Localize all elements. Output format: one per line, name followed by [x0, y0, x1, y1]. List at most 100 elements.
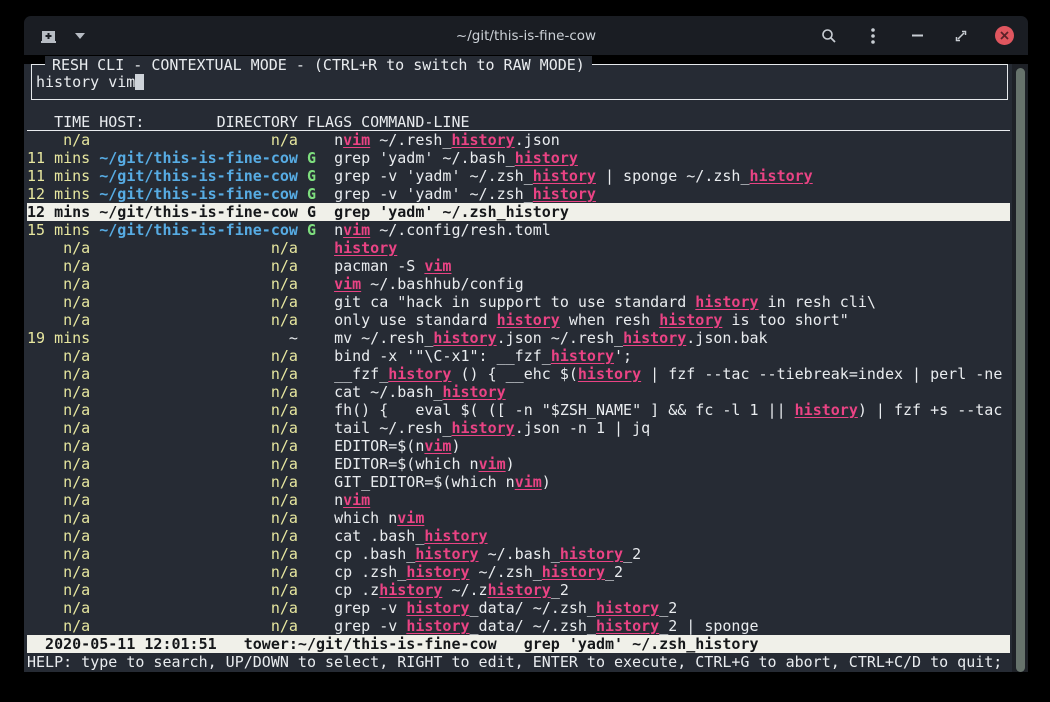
command-text: mv ~/.resh_: [334, 329, 433, 347]
tab-dropdown-button[interactable]: [70, 26, 90, 46]
history-row-selected[interactable]: 12 mins ~/git/this-is-fine-cow G grep 'y…: [27, 203, 1010, 221]
command-text: in resh cli\: [759, 293, 876, 311]
row-flags: [307, 131, 316, 149]
history-row[interactable]: n/a n/a vim ~/.bashhub/config: [27, 275, 1010, 293]
history-row[interactable]: 11 mins ~/git/this-is-fine-cow G grep 'y…: [27, 149, 1010, 167]
command-text: when resh: [560, 311, 659, 329]
scrollbar-track[interactable]: [1012, 64, 1028, 672]
history-row[interactable]: n/a n/a grep -v history_data/ ~/.zsh_his…: [27, 617, 1010, 635]
command-text: .json.bak: [686, 329, 767, 347]
history-row[interactable]: n/a n/a cat ~/.bash_history: [27, 383, 1010, 401]
row-command: git ca "hack in support to use standard …: [334, 293, 876, 311]
match-text: history: [560, 545, 623, 563]
row-time: n/a: [27, 383, 90, 401]
row-flags: G: [307, 149, 316, 167]
history-row[interactable]: n/a n/a which nvim: [27, 509, 1010, 527]
row-directory: n/a: [99, 509, 298, 527]
new-tab-button[interactable]: [38, 26, 58, 46]
match-text: vim: [515, 473, 542, 491]
history-row[interactable]: 19 mins ~ mv ~/.resh_history.json ~/.res…: [27, 329, 1010, 347]
titlebar: ~/git/this-is-fine-cow: [24, 16, 1028, 55]
match-text: history: [596, 599, 659, 617]
command-text: .json -n 1 | jq: [515, 419, 650, 437]
close-button[interactable]: [995, 26, 1014, 45]
row-command: cat .bash_history: [334, 527, 488, 545]
row-command: __fzf_history () { __ehc $(history | fzf…: [334, 365, 1002, 383]
row-directory: ~/git/this-is-fine-cow: [99, 149, 298, 167]
row-time: 12 mins: [27, 203, 90, 221]
row-directory: n/a: [99, 383, 298, 401]
row-command: vim ~/.bashhub/config: [334, 275, 524, 293]
row-time: 12 mins: [27, 185, 90, 203]
command-text: _2: [551, 581, 569, 599]
match-text: history: [659, 311, 722, 329]
command-text: | fzf --tac --tiebreak=index | perl -ne: [641, 365, 1002, 383]
history-row[interactable]: 11 mins ~/git/this-is-fine-cow G grep -v…: [27, 167, 1010, 185]
row-flags: [307, 239, 316, 257]
match-text: vim: [343, 221, 370, 239]
command-text: ~/.bash_: [479, 545, 560, 563]
history-row[interactable]: n/a n/a nvim ~/.resh_history.json: [27, 131, 1010, 149]
row-directory: ~/git/this-is-fine-cow: [99, 203, 298, 221]
minimize-button[interactable]: [907, 26, 927, 46]
command-text: .json ~/.resh_: [497, 329, 623, 347]
command-text: bind -x '"\C-x1": __fzf_: [334, 347, 551, 365]
row-flags: [307, 311, 316, 329]
row-command: only use standard history when resh hist…: [334, 311, 849, 329]
match-text: history: [451, 131, 514, 149]
menu-button[interactable]: [863, 26, 883, 46]
search-button[interactable]: [819, 26, 839, 46]
history-row[interactable]: n/a n/a EDITOR=$(which nvim): [27, 455, 1010, 473]
match-text: history: [379, 581, 442, 599]
row-command: nvim: [334, 491, 370, 509]
history-row[interactable]: n/a n/a grep -v history_data/ ~/.zsh_his…: [27, 599, 1010, 617]
command-text: EDITOR=$(which n: [334, 455, 479, 473]
command-text: ~/.resh_: [370, 131, 451, 149]
command-text: grep -v: [334, 599, 406, 617]
row-directory: n/a: [99, 473, 298, 491]
row-time: n/a: [27, 581, 90, 599]
command-text: n: [334, 221, 343, 239]
history-row[interactable]: 15 mins ~/git/this-is-fine-cow G nvim ~/…: [27, 221, 1010, 239]
history-row[interactable]: n/a n/a git ca "hack in support to use s…: [27, 293, 1010, 311]
row-directory: n/a: [99, 365, 298, 383]
history-row[interactable]: n/a n/a cp .zhistory ~/.zhistory_2: [27, 581, 1010, 599]
row-directory: ~/git/this-is-fine-cow: [99, 221, 298, 239]
row-flags: [307, 365, 316, 383]
history-row[interactable]: n/a n/a __fzf_history () { __ehc $(histo…: [27, 365, 1010, 383]
maximize-button[interactable]: [951, 26, 971, 46]
row-directory: n/a: [99, 545, 298, 563]
history-row[interactable]: n/a n/a EDITOR=$(nvim): [27, 437, 1010, 455]
command-text: cat ~/.bash_: [334, 383, 442, 401]
history-row[interactable]: 12 mins ~/git/this-is-fine-cow G grep -v…: [27, 185, 1010, 203]
history-row[interactable]: n/a n/a GIT_EDITOR=$(which nvim): [27, 473, 1010, 491]
history-row[interactable]: n/a n/a pacman -S vim: [27, 257, 1010, 275]
row-flags: [307, 563, 316, 581]
history-row[interactable]: n/a n/a cp .bash_history ~/.bash_history…: [27, 545, 1010, 563]
row-time: n/a: [27, 257, 90, 275]
history-row[interactable]: n/a n/a cat .bash_history: [27, 527, 1010, 545]
row-time: n/a: [27, 491, 90, 509]
row-time: n/a: [27, 617, 90, 635]
command-text: ): [542, 473, 551, 491]
row-directory: n/a: [99, 293, 298, 311]
history-row[interactable]: n/a n/a cp .zsh_history ~/.zsh_history_2: [27, 563, 1010, 581]
history-row[interactable]: n/a n/a history: [27, 239, 1010, 257]
history-row[interactable]: n/a n/a tail ~/.resh_history.json -n 1 |…: [27, 419, 1010, 437]
row-time: n/a: [27, 473, 90, 491]
resh-search-box: RESH CLI - CONTEXTUAL MODE - (CTRL+R to …: [31, 64, 1008, 100]
row-command: EDITOR=$(which nvim): [334, 455, 515, 473]
history-row[interactable]: n/a n/a bind -x '"\C-x1": __fzf_history'…: [27, 347, 1010, 365]
history-row[interactable]: n/a n/a fh() { eval $( ([ -n "$ZSH_NAME"…: [27, 401, 1010, 419]
scrollbar-thumb[interactable]: [1016, 68, 1025, 672]
chevron-down-icon: [75, 33, 85, 39]
history-row[interactable]: n/a n/a nvim: [27, 491, 1010, 509]
row-command: mv ~/.resh_history.json ~/.resh_history.…: [334, 329, 768, 347]
row-time: n/a: [27, 419, 90, 437]
row-directory: n/a: [99, 275, 298, 293]
history-row[interactable]: n/a n/a only use standard history when r…: [27, 311, 1010, 329]
command-text: ~/.z: [442, 581, 487, 599]
match-text: history: [533, 167, 596, 185]
command-text: .json: [515, 131, 560, 149]
new-tab-icon: [40, 28, 57, 43]
